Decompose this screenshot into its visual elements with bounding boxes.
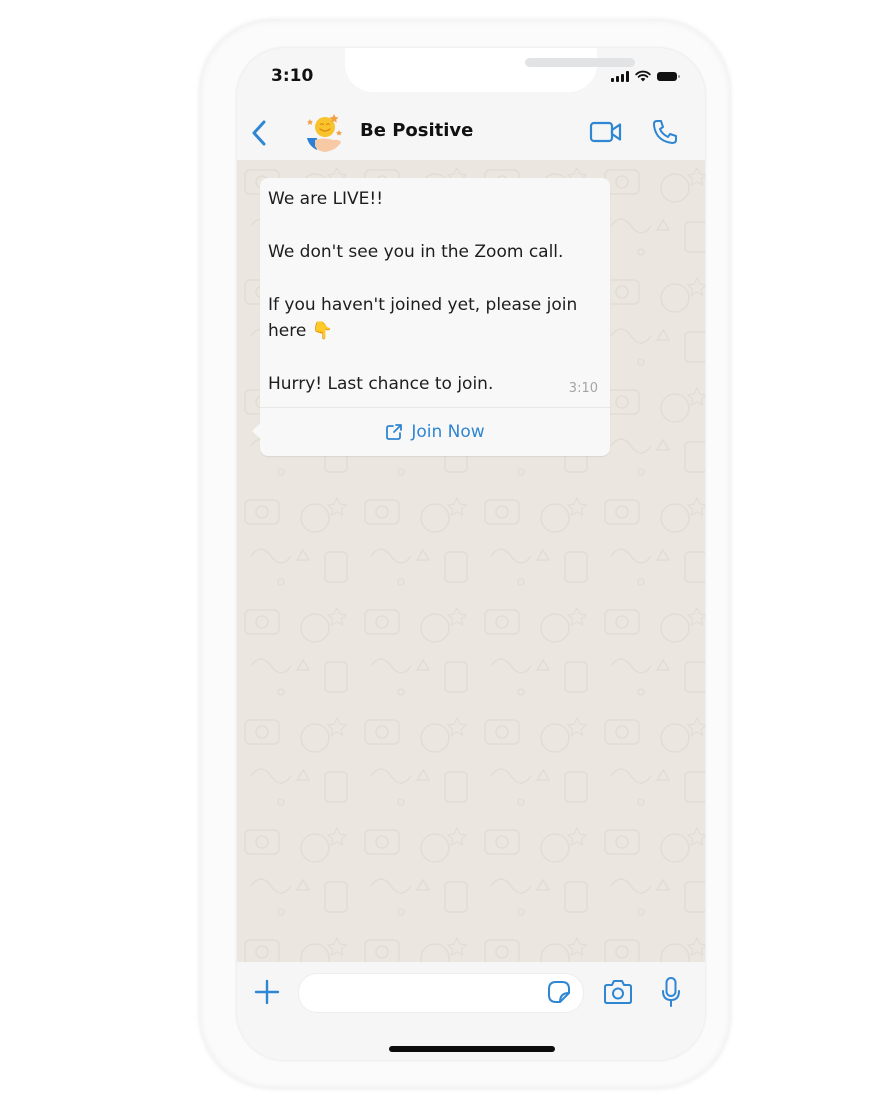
sticker-icon[interactable] xyxy=(547,980,571,1004)
message-line: If you haven't joined yet, please join xyxy=(268,294,578,315)
notch xyxy=(345,48,635,92)
plus-icon[interactable] xyxy=(253,978,281,1006)
message-bubble[interactable]: We are LIVE!! We don't see you in the Zo… xyxy=(252,178,610,457)
phone-call-icon[interactable] xyxy=(651,118,679,146)
chat-area[interactable]: We are LIVE!! We don't see you in the Zo… xyxy=(237,160,705,962)
home-indicator[interactable] xyxy=(389,1046,555,1052)
speaker xyxy=(525,58,635,67)
battery-icon xyxy=(657,71,680,81)
message-line-blank xyxy=(268,212,602,238)
back-button[interactable] xyxy=(247,118,271,148)
join-now-label: Join Now xyxy=(411,422,485,443)
message-input[interactable] xyxy=(299,974,583,1012)
microphone-icon[interactable] xyxy=(661,976,681,1008)
message-line: We are LIVE!! xyxy=(268,189,384,209)
external-link-icon xyxy=(386,424,403,441)
video-call-icon[interactable] xyxy=(589,120,623,144)
contact-name[interactable]: Be Positive xyxy=(360,120,473,141)
input-bar xyxy=(237,962,705,1060)
phone-screen: 3:10 Be Positive We are LIVE!! We don't … xyxy=(237,48,705,1060)
bubble-tail xyxy=(252,423,261,439)
signal-icon xyxy=(611,70,629,82)
message-line-blank xyxy=(268,265,602,291)
chat-header: Be Positive xyxy=(237,106,705,160)
status-icons xyxy=(611,70,680,82)
wifi-icon xyxy=(635,70,651,82)
message-text: We are LIVE!! We don't see you in the Zo… xyxy=(260,178,610,397)
message-line-blank xyxy=(268,344,602,370)
message-time: 3:10 xyxy=(568,381,598,396)
status-time: 3:10 xyxy=(271,66,314,86)
camera-icon[interactable] xyxy=(603,978,633,1006)
avatar[interactable] xyxy=(303,112,345,154)
message-line: here 👇 xyxy=(268,321,333,341)
message-line: Hurry! Last chance to join. xyxy=(268,373,494,394)
join-now-button[interactable]: Join Now xyxy=(260,408,610,456)
message-line: We don't see you in the Zoom call. xyxy=(268,241,564,262)
